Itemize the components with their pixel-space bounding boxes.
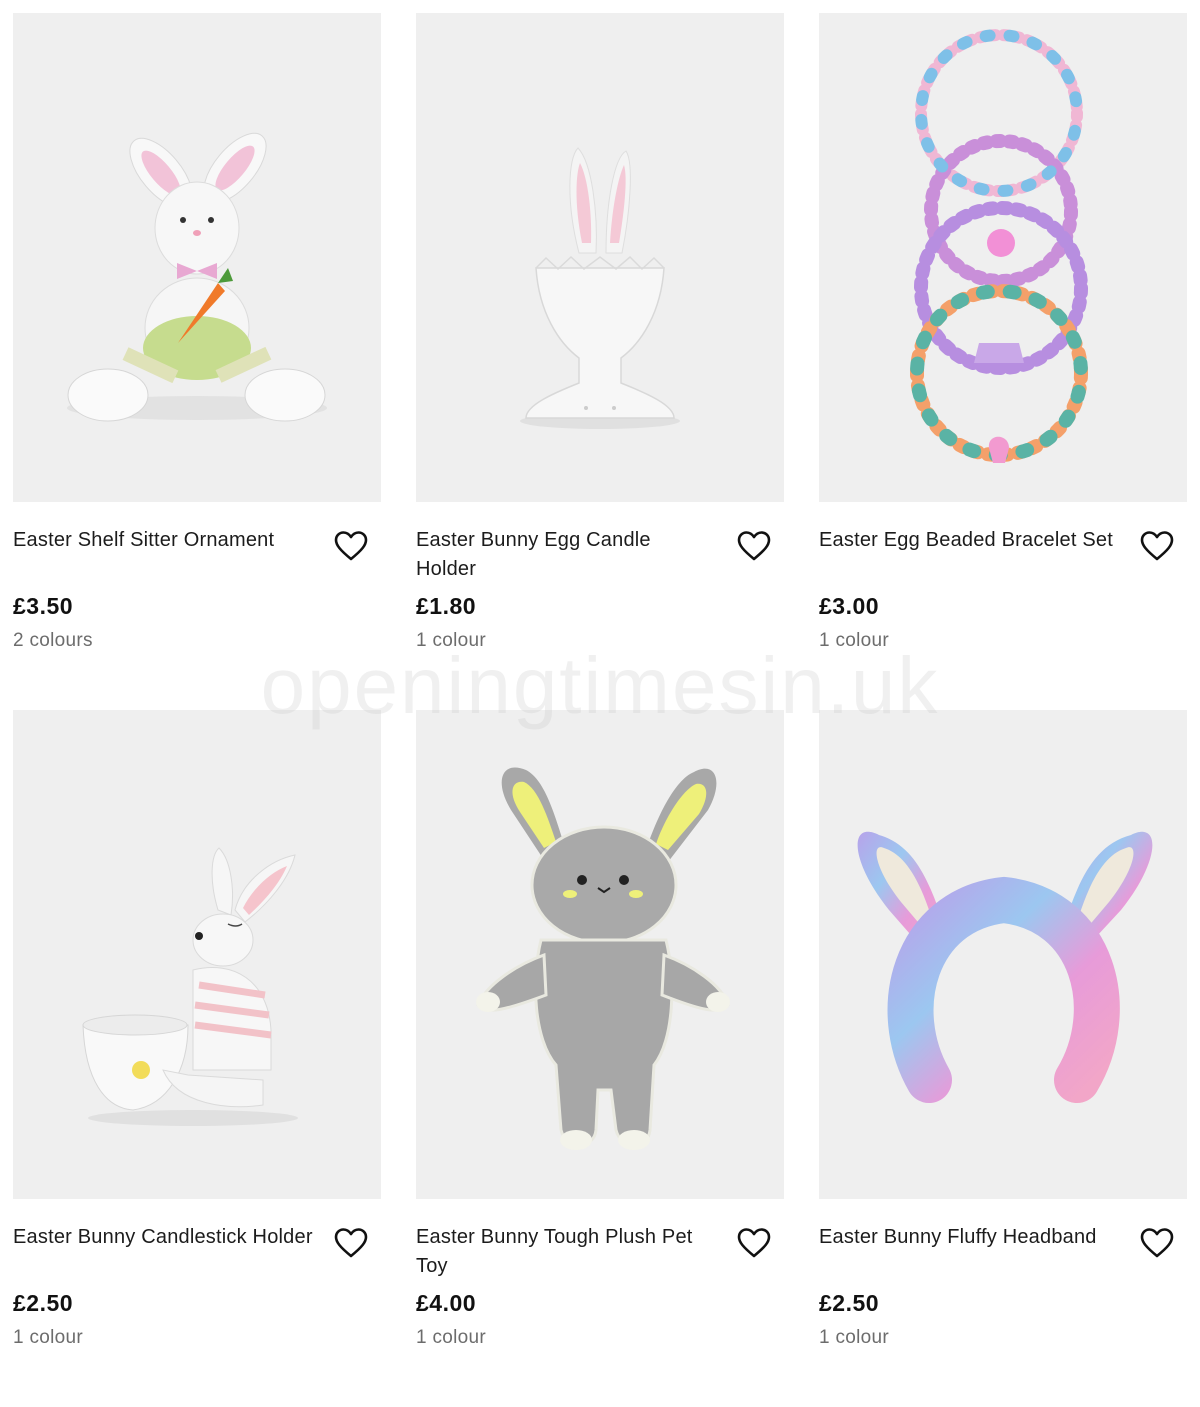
heart-outline-icon (1140, 531, 1174, 561)
product-colour-count[interactable]: 1 colour (416, 1325, 784, 1351)
product-card: Easter Bunny Candlestick Holder £2.50 1 … (13, 710, 381, 1407)
fluffy-headband-image (857, 831, 1153, 1103)
product-grid: Easter Shelf Sitter Ornament £3.50 2 col… (13, 13, 1188, 1407)
beaded-bracelets-image (910, 29, 1088, 463)
bunny-egg-cup-image (520, 147, 680, 429)
product-title[interactable]: Easter Bunny Candlestick Holder (13, 1223, 313, 1281)
product-price: £3.50 (13, 593, 74, 619)
product-image[interactable] (416, 710, 784, 1199)
product-price: £2.50 (13, 1290, 74, 1316)
product-title[interactable]: Easter Shelf Sitter Ornament (13, 526, 313, 584)
product-price: £2.50 (819, 1290, 880, 1316)
product-info: Easter Bunny Egg Candle Holder £1.80 1 c… (416, 502, 784, 654)
product-card: Easter Egg Beaded Bracelet Set £3.00 1 c… (819, 13, 1187, 710)
product-colour-count[interactable]: 2 colours (13, 628, 381, 654)
heart-outline-icon (737, 1228, 771, 1258)
bunny-shelf-sitter-image (67, 132, 327, 422)
product-card: Easter Bunny Fluffy Headband £2.50 1 col… (819, 710, 1187, 1407)
product-info: Easter Shelf Sitter Ornament £3.50 2 col… (13, 502, 381, 654)
wishlist-button[interactable] (736, 1225, 772, 1261)
product-info: Easter Bunny Fluffy Headband £2.50 1 col… (819, 1199, 1187, 1351)
product-image[interactable] (416, 13, 784, 502)
product-card: Easter Shelf Sitter Ornament £3.50 2 col… (13, 13, 381, 710)
product-colour-count[interactable]: 1 colour (13, 1325, 381, 1351)
product-info: Easter Bunny Tough Plush Pet Toy £4.00 1… (416, 1199, 784, 1351)
product-card: Easter Bunny Tough Plush Pet Toy £4.00 1… (416, 710, 784, 1407)
wishlist-button[interactable] (333, 528, 369, 564)
product-info: Easter Bunny Candlestick Holder £2.50 1 … (13, 1199, 381, 1351)
bunny-candlestick-image (82, 847, 298, 1126)
product-image[interactable] (13, 13, 381, 502)
product-image[interactable] (13, 710, 381, 1199)
product-price: £3.00 (819, 593, 880, 619)
product-image[interactable] (819, 13, 1187, 502)
wishlist-button[interactable] (1139, 528, 1175, 564)
plush-bunny-toy-image (476, 767, 730, 1150)
product-info: Easter Egg Beaded Bracelet Set £3.00 1 c… (819, 502, 1187, 654)
product-price: £1.80 (416, 593, 477, 619)
heart-outline-icon (334, 531, 368, 561)
product-colour-count[interactable]: 1 colour (819, 628, 1187, 654)
wishlist-button[interactable] (1139, 1225, 1175, 1261)
heart-outline-icon (737, 531, 771, 561)
product-price: £4.00 (416, 1290, 477, 1316)
product-title[interactable]: Easter Bunny Fluffy Headband (819, 1223, 1119, 1281)
heart-outline-icon (334, 1228, 368, 1258)
heart-outline-icon (1140, 1228, 1174, 1258)
product-colour-count[interactable]: 1 colour (819, 1325, 1187, 1351)
product-colour-count[interactable]: 1 colour (416, 628, 784, 654)
product-title[interactable]: Easter Bunny Egg Candle Holder (416, 526, 716, 584)
product-title[interactable]: Easter Egg Beaded Bracelet Set (819, 526, 1119, 584)
wishlist-button[interactable] (736, 528, 772, 564)
product-card: Easter Bunny Egg Candle Holder £1.80 1 c… (416, 13, 784, 710)
product-image[interactable] (819, 710, 1187, 1199)
product-title[interactable]: Easter Bunny Tough Plush Pet Toy (416, 1223, 716, 1281)
wishlist-button[interactable] (333, 1225, 369, 1261)
